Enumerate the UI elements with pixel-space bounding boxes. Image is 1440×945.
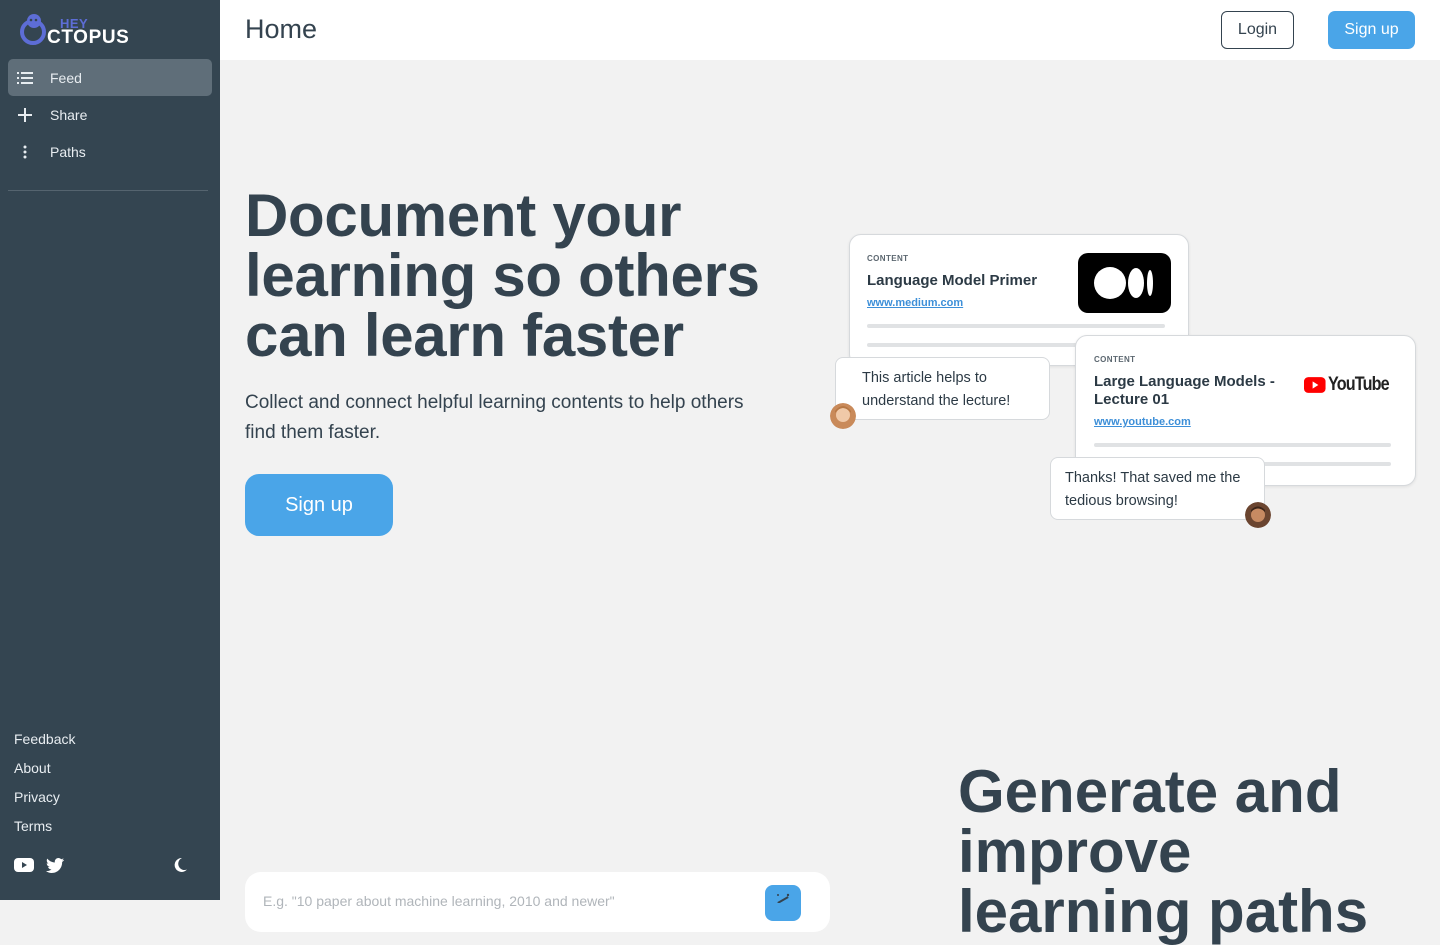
generate-path-button[interactable] (765, 885, 801, 921)
content-link: www.medium.com (867, 297, 964, 309)
sidebar: HEY CTOPUS Feed Share Paths Feedback Abo… (0, 0, 220, 900)
sidebar-item-share[interactable]: Share (8, 96, 212, 133)
placeholder-line (867, 324, 1165, 328)
moon-icon[interactable] (172, 856, 188, 874)
plus-icon (16, 106, 34, 124)
hero-subtitle: Collect and connect helpful learning con… (245, 392, 744, 443)
signup-button[interactable]: Sign up (1328, 11, 1415, 49)
privacy-link[interactable]: Privacy (14, 789, 60, 805)
sidebar-item-label: Share (50, 106, 88, 123)
youtube-logo: YouTube (1304, 373, 1399, 397)
youtube-logo-text: YouTube (1327, 374, 1390, 395)
sidebar-item-paths[interactable]: Paths (8, 133, 212, 170)
sidebar-item-label: Paths (50, 143, 86, 160)
medium-logo (1078, 253, 1171, 313)
feedback-link[interactable]: Feedback (14, 731, 75, 747)
hero-signup-button[interactable]: Sign up (245, 474, 393, 536)
content-tag: CONTENT (1094, 355, 1136, 364)
hero-title: Document your learning so others can lea… (245, 182, 760, 369)
section-title-text: Generate and improve learning paths (958, 758, 1369, 945)
placeholder-line (867, 343, 1097, 347)
octopus-logo-icon (20, 14, 46, 45)
content-tag: CONTENT (867, 254, 909, 263)
user-avatar-female (830, 403, 856, 429)
content-link: www.youtube.com (1094, 416, 1191, 428)
sidebar-divider (8, 190, 208, 191)
comment-bubble: Thanks! That saved me the tedious browsi… (1050, 457, 1265, 520)
sidebar-item-label: Feed (50, 69, 82, 86)
comment-bubble: This article helps to understand the lec… (835, 357, 1050, 420)
top-bar: Home Login Sign up (220, 0, 1440, 60)
sidebar-item-feed[interactable]: Feed (8, 59, 212, 96)
list-icon (16, 69, 34, 87)
terms-link[interactable]: Terms (14, 818, 52, 834)
path-generator-box (245, 872, 830, 932)
about-link[interactable]: About (14, 760, 51, 776)
placeholder-line (1094, 443, 1391, 447)
login-button[interactable]: Login (1221, 11, 1294, 49)
youtube-icon[interactable] (14, 856, 34, 874)
logo-ctopus-text: CTOPUS (47, 27, 130, 48)
section-title: Generate and improve learning paths (958, 762, 1438, 942)
user-avatar-male (1245, 502, 1271, 528)
path-prompt-input[interactable] (261, 892, 745, 910)
magic-wand-icon (775, 890, 791, 908)
page-title: Home (245, 14, 318, 44)
twitter-icon[interactable] (46, 856, 64, 874)
hey-octopus-logo[interactable]: HEY CTOPUS (18, 8, 138, 50)
content-title: Large Language Models - Lecture 01 (1094, 373, 1275, 408)
dots-vertical-icon (16, 143, 34, 161)
content-title: Language Model Primer (867, 272, 1038, 289)
